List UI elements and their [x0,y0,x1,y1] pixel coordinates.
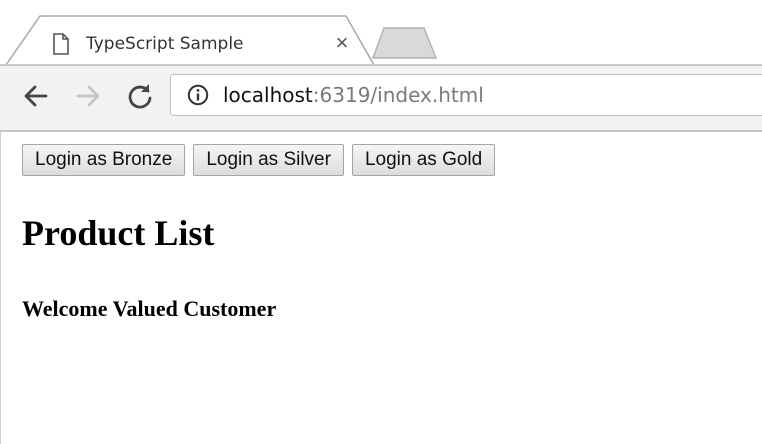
page-icon [52,33,72,55]
address-bar[interactable]: localhost:6319/index.html [170,74,762,116]
tab-typescript-sample[interactable]: TypeScript Sample × [40,26,360,62]
new-tab-icon[interactable] [372,26,438,60]
login-silver-button[interactable]: Login as Silver [193,144,344,176]
url-path: :6319/index.html [312,83,484,107]
tab-strip: TypeScript Sample × [0,0,762,66]
login-gold-button[interactable]: Login as Gold [351,144,496,176]
close-icon[interactable]: × [330,30,354,56]
reload-icon[interactable] [124,80,156,112]
url-host: localhost [223,83,313,107]
browser-toolbar: localhost:6319/index.html [0,66,762,132]
forward-arrow-icon[interactable] [72,80,104,112]
login-bronze-button[interactable]: Login as Bronze [22,144,186,176]
url-text: localhost:6319/index.html [223,83,484,107]
login-button-group: Login as Bronze Login as Silver Login as… [22,144,503,176]
page-title: Product List [22,213,215,253]
page-content: Login as Bronze Login as Silver Login as… [0,132,762,444]
info-icon[interactable] [187,84,209,106]
tab-title: TypeScript Sample [86,34,244,54]
back-arrow-icon[interactable] [20,80,52,112]
welcome-message: Welcome Valued Customer [22,296,277,321]
